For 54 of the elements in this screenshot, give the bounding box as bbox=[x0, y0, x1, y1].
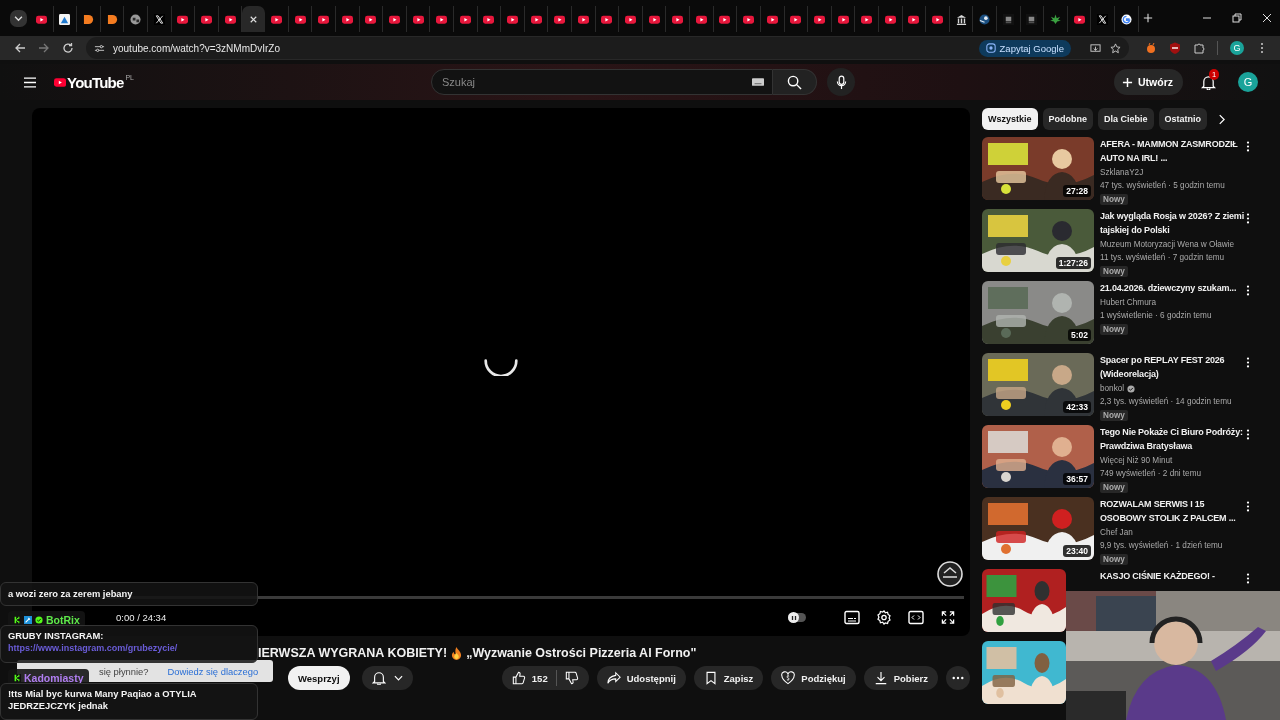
address-bar[interactable]: youtube.com/watch?v=3zNMmDvIrZo Zapytaj Google bbox=[86, 37, 1129, 59]
chat-message: !tts Mial byc kurwa Many Paqiao a OTYLIA JEDRZEJCZYK jednak bbox=[8, 688, 198, 712]
video-title[interactable]: Tego Nie Pokaże Ci Biuro Podróży: Prawdziwa Bratysława bbox=[1100, 425, 1244, 453]
site-logo[interactable]: YouTube bbox=[67, 73, 124, 91]
video-stats: 47 tys. wyświetleń · 5 godzin temu bbox=[1100, 180, 1225, 192]
new-badge: Nowy bbox=[1100, 554, 1128, 565]
channel-name[interactable]: SzklanaY2J bbox=[1100, 167, 1144, 179]
save-button[interactable]: Zapisz bbox=[693, 666, 764, 690]
video-title[interactable]: AFERA - MAMMON ZASMRODZIŁ AUTO NA IRL! ... bbox=[1100, 137, 1244, 165]
channel-name[interactable]: bonkol bbox=[1100, 383, 1125, 395]
chat-username[interactable]: Kadomiasty bbox=[24, 671, 84, 684]
video-duration: 42:33 bbox=[1063, 401, 1091, 413]
video-stats: 2,3 tys. wyświetleń · 14 godzin temu bbox=[1100, 396, 1232, 408]
new-badge: Nowy bbox=[1100, 324, 1128, 335]
new-badge: Nowy bbox=[1100, 482, 1128, 493]
new-badge: Nowy bbox=[1100, 194, 1128, 205]
video-title: IERWSZA WYGRANA KOBIETY! bbox=[258, 646, 448, 660]
chat-username[interactable]: BotRix bbox=[46, 613, 80, 626]
video-title[interactable]: Jak wygląda Rosja w 2026? Z ziemi tajskiej do Polski bbox=[1100, 209, 1244, 237]
learn-why-link[interactable]: Dowiedz się dlaczego bbox=[167, 665, 259, 677]
ask-google-button[interactable]: Zapytaj Google bbox=[978, 39, 1071, 57]
video-stats: 11 tys. wyświetleń · 7 godzin temu bbox=[1100, 252, 1225, 264]
channel-name[interactable]: Hubert Chmura bbox=[1100, 297, 1156, 309]
filter-chip[interactable]: Dla Ciebie bbox=[1098, 108, 1154, 130]
thanks-button[interactable]: Podziękuj bbox=[771, 666, 856, 690]
filter-chip[interactable]: Ostatnio bbox=[1158, 108, 1208, 130]
video-duration: 23:40 bbox=[1063, 545, 1091, 557]
filter-chip[interactable]: Wszystkie bbox=[982, 108, 1038, 130]
channel-name[interactable]: Więcej Niż 90 Minut bbox=[1100, 455, 1173, 467]
chat-link[interactable]: https://www.instagram.com/grubezycie/ bbox=[8, 642, 250, 654]
create-button[interactable]: Utwórz bbox=[1114, 69, 1183, 95]
video-stats: 9,9 tys. wyświetleń · 1 dzień temu bbox=[1100, 540, 1223, 552]
filter-chip[interactable]: Podobne bbox=[1042, 108, 1094, 130]
video-title: „Wyzwanie Ostrości Pizzeria Al Forno" bbox=[466, 646, 697, 660]
new-badge: Nowy bbox=[1100, 266, 1128, 277]
video-title[interactable]: Spacer po REPLAY FEST 2026 (Wideorelacja) bbox=[1100, 353, 1244, 381]
video-title[interactable]: KASJO CIŚNIE KAŻDEGO! - bbox=[1100, 569, 1215, 583]
video-title[interactable]: 21.04.2026. dziewczyny szukam... bbox=[1100, 281, 1237, 295]
video-duration: 36:57 bbox=[1063, 473, 1091, 485]
support-button[interactable]: Wesprzyj bbox=[288, 666, 350, 690]
video-duration: 27:28 bbox=[1063, 185, 1091, 197]
channel-name[interactable]: Muzeum Motoryzacji Wena w Oławie bbox=[1100, 239, 1235, 251]
download-button[interactable]: Pobierz bbox=[863, 666, 938, 690]
video-stats: 1 wyświetlenie · 6 godzin temu bbox=[1100, 310, 1212, 322]
search-field[interactable]: Szukaj bbox=[431, 69, 773, 95]
channel-name[interactable]: Chef Jan bbox=[1100, 527, 1133, 539]
share-button[interactable]: Udostępnij bbox=[596, 666, 686, 690]
video-duration: 5:02 bbox=[1068, 329, 1091, 341]
time-display: 0:00 / 24:34 bbox=[116, 612, 167, 623]
new-badge: Nowy bbox=[1100, 410, 1128, 421]
hint-text: się płynnie? bbox=[99, 665, 149, 677]
video-title[interactable]: ROZWALAM SERWIS I 15 OSOBOWY STOLIK Z PALCEM ... bbox=[1100, 497, 1244, 525]
video-stats: 749 wyświetleń · 2 dni temu bbox=[1100, 468, 1202, 480]
video-duration: 1:27:26 bbox=[1055, 257, 1091, 269]
